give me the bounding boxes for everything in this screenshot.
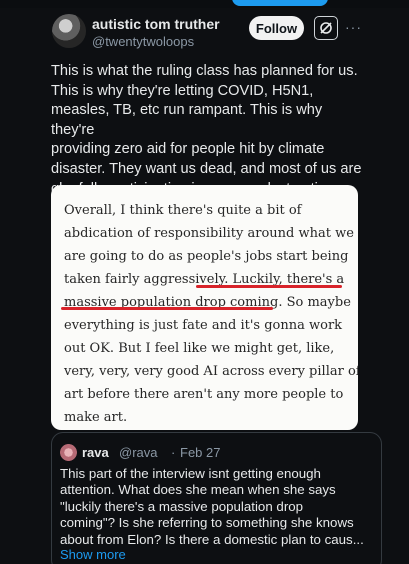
quoted-date[interactable]: Feb 27 <box>180 445 220 460</box>
quoted-line: attention. What does she mean when she s… <box>60 482 336 498</box>
tweet-line: disaster. They want us dead, and most of… <box>51 160 362 177</box>
quoted-author-name[interactable]: rava <box>82 445 109 460</box>
red-underline-mark <box>196 285 342 288</box>
quoted-author-handle[interactable]: @rava <box>119 445 158 460</box>
tweet-line: This is why they're letting COVID, H5N1, <box>51 82 314 99</box>
quote-line: very, very, very good AI across every pi… <box>64 364 358 379</box>
top-strip <box>0 0 409 8</box>
quote-line: massive population drop coming. So maybe <box>64 295 351 310</box>
author-handle[interactable]: @twentytwoloops <box>92 34 194 49</box>
quoted-separator: · <box>171 445 176 460</box>
follow-button[interactable]: Follow <box>249 16 304 40</box>
quote-text: Overall, I think there's quite a bit of … <box>64 199 358 429</box>
quote-screenshot-image[interactable]: Overall, I think there's quite a bit of … <box>51 185 358 430</box>
grok-glyph <box>320 22 332 34</box>
tweet-text: This is what the ruling class has planne… <box>51 62 369 199</box>
grok-icon[interactable] <box>314 16 338 40</box>
quote-line: abdication of responsibility around what… <box>64 226 354 241</box>
quoted-avatar[interactable] <box>60 444 77 461</box>
avatar[interactable] <box>52 14 86 48</box>
quoted-line: about from Elon? Is there a domestic pla… <box>60 531 364 547</box>
quote-line: everything is just fate and it's gonna w… <box>64 318 343 333</box>
quoted-line: This part of the interview isnt getting … <box>60 466 321 481</box>
quote-line: Overall, I think there's quite a bit of <box>64 203 302 218</box>
quoted-line: coming"? Is she referring to something s… <box>60 515 354 531</box>
tweet-line: This is what the ruling class has planne… <box>51 63 358 79</box>
author-name[interactable]: autistic tom truther <box>92 16 220 32</box>
quote-line: make art. <box>64 410 128 425</box>
show-more-link[interactable]: Show more <box>60 547 126 562</box>
more-horizontal-icon[interactable]: ··· <box>345 19 362 35</box>
tweet-line: measles, TB, etc run rampant. This is wh… <box>51 102 323 138</box>
quoted-tweet-text: This part of the interview isnt getting … <box>60 466 378 548</box>
quote-line: out OK. But I feel like we might get, li… <box>64 341 335 356</box>
tweet-line: providing zero aid for people hit by cli… <box>51 141 325 158</box>
quote-line: art before there aren't any more people … <box>64 387 344 402</box>
quote-line: are going to do as people's jobs start b… <box>64 249 349 264</box>
red-underline-mark <box>61 307 273 310</box>
top-action-button[interactable] <box>232 0 328 6</box>
quoted-line: "luckily there's a massive population dr… <box>60 498 304 514</box>
